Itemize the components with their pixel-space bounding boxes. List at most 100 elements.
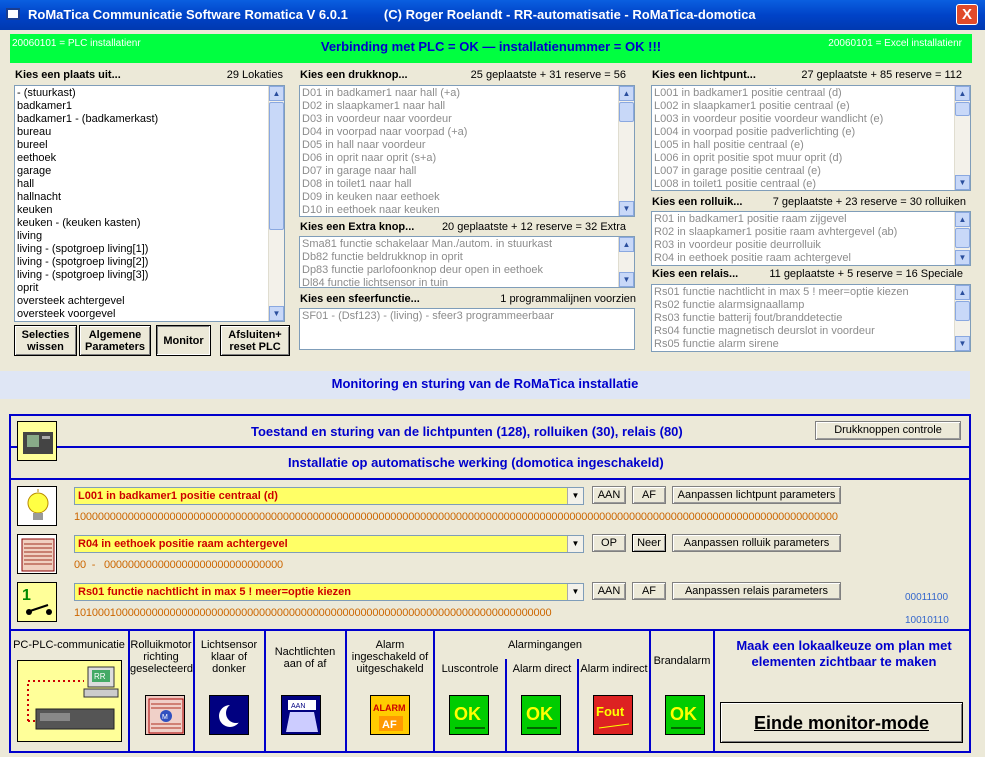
pushbutton-check-button[interactable]: Drukknoppen controle [815,421,961,440]
list-item[interactable]: Rs02 functie alarmsignaallamp [654,299,954,312]
list-item[interactable]: hall [17,178,268,191]
scroll-up-icon[interactable]: ▲ [269,86,284,101]
list-item[interactable]: SF01 - (Dsf123) - (living) - sfeer3 prog… [302,310,632,323]
light-off-button[interactable]: AF [632,486,666,504]
list-item[interactable]: R02 in slaapkamer1 positie raam avhterge… [654,226,954,239]
list-item[interactable]: D05 in hall naar voordeur [302,139,618,152]
relay-off-button[interactable]: AF [632,582,666,600]
list-item[interactable]: L008 in toilet1 positie centraal (e) [654,178,954,190]
extrabuttons-list[interactable]: Sma81 functie schakelaar Man./autom. in … [299,236,635,288]
relay-on-button[interactable]: AAN [592,582,626,600]
list-item[interactable]: L001 in badkamer1 positie centraal (d) [654,87,954,100]
pushbuttons-list[interactable]: D01 in badkamer1 naar hall (+a) D02 in sl… [299,85,635,217]
scroll-down-icon[interactable]: ▼ [619,201,634,216]
scroll-up-icon[interactable]: ▲ [955,285,970,300]
locations-list[interactable]: - (stuurkast) badkamer1 badkamer1 - (badka… [14,85,285,322]
close-button[interactable]: X [956,4,978,25]
scroll-thumb[interactable] [955,228,970,248]
list-item[interactable]: garage [17,165,268,178]
scroll-thumb[interactable] [955,301,970,321]
extrabuttons-scrollbar[interactable]: ▲ ▼ [618,237,634,287]
list-item[interactable]: Db82 functie beldrukknop in oprit [302,251,618,264]
list-item[interactable]: Rs03 functie batterij fout/branddetectie [654,312,954,325]
list-item[interactable]: R03 in voordeur positie deurrolluik [654,239,954,252]
end-monitor-button[interactable]: Einde monitor-mode [720,702,963,743]
light-select[interactable]: L001 in badkamer1 positie centraal (d) ▼ [74,487,584,505]
list-item[interactable]: Sma81 functie schakelaar Man./autom. in … [302,238,618,251]
shutter-down-button[interactable]: Neer [632,534,666,552]
list-item[interactable]: D03 in voordeur naar voordeur [302,113,618,126]
list-item[interactable]: - (stuurkast) [17,87,268,100]
scroll-down-icon[interactable]: ▼ [619,272,634,287]
scroll-down-icon[interactable]: ▼ [955,250,970,265]
light-on-button[interactable]: AAN [592,486,626,504]
list-item[interactable]: Rs05 functie alarm sirene [654,338,954,351]
list-item[interactable]: bureel [17,139,268,152]
adjust-relay-button[interactable]: Aanpassen relais parameters [672,582,841,600]
list-item[interactable]: D02 in slaapkamer1 naar hall [302,100,618,113]
list-item[interactable]: living - (spotgroep living[3]) [17,269,268,282]
shutter-select[interactable]: R04 in eethoek positie raam achtergevel ▼ [74,535,584,553]
shutter-up-button[interactable]: OP [592,534,626,552]
list-item[interactable]: L007 in garage positie centraal (e) [654,165,954,178]
relays-list[interactable]: Rs01 functie nachtlicht in max 5 ! meer=… [651,284,971,352]
monitor-button[interactable]: Monitor [156,325,211,356]
scroll-up-icon[interactable]: ▲ [955,86,970,101]
scroll-down-icon[interactable]: ▼ [955,175,970,190]
list-item[interactable]: L005 in hall positie centraal (e) [654,139,954,152]
scroll-up-icon[interactable]: ▲ [619,86,634,101]
list-item[interactable]: living - (spotgroep living[2]) [17,256,268,269]
list-item[interactable]: living - (spotgroep living[1]) [17,243,268,256]
list-item[interactable]: D01 in badkamer1 naar hall (+a) [302,87,618,100]
clear-selection-button[interactable]: Selecties wissen [14,325,77,356]
scroll-up-icon[interactable]: ▲ [619,237,634,252]
adjust-shutter-button[interactable]: Aanpassen rolluik parameters [672,534,841,552]
list-item[interactable]: L002 in slaapkamer1 positie centraal (e) [654,100,954,113]
relay-select[interactable]: Rs01 functie nachtlicht in max 5 ! meer=… [74,583,584,601]
list-item[interactable]: D10 in eethoek naar keuken [302,204,618,216]
list-item[interactable]: Rs01 functie nachtlicht in max 5 ! meer=… [654,286,954,299]
list-item[interactable]: oversteek voorgevel [17,308,268,321]
list-item[interactable]: D08 in toilet1 naar hall [302,178,618,191]
list-item[interactable]: bureau [17,126,268,139]
list-item[interactable]: D07 in garage naar hall [302,165,618,178]
lights-scrollbar[interactable]: ▲ ▼ [954,86,970,190]
list-item[interactable]: eethoek [17,152,268,165]
list-item[interactable]: D06 in oprit naar oprit (s+a) [302,152,618,165]
moods-list[interactable]: SF01 - (Dsf123) - (living) - sfeer3 prog… [299,308,635,350]
lights-list[interactable]: L001 in badkamer1 positie centraal (d) L0… [651,85,971,191]
list-item[interactable]: living [17,230,268,243]
locations-scrollbar[interactable]: ▲ ▼ [268,86,284,321]
shutters-list[interactable]: R01 in badkamer1 positie raam zijgevel R0… [651,211,971,266]
list-item[interactable]: keuken - (keuken kasten) [17,217,268,230]
chevron-down-icon[interactable]: ▼ [567,584,583,600]
adjust-light-button[interactable]: Aanpassen lichtpunt parameters [672,486,841,504]
scroll-thumb[interactable] [619,102,634,122]
close-reset-plc-button[interactable]: Afsluiten+ reset PLC [220,325,290,356]
list-item[interactable]: badkamer1 [17,100,268,113]
list-item[interactable]: L004 in voorpad positie padverlichting (… [654,126,954,139]
list-item[interactable]: badkamer1 - (badkamerkast) [17,113,268,126]
relays-scrollbar[interactable]: ▲ ▼ [954,285,970,351]
list-item[interactable]: Dp83 functie parlofoonknop deur open in … [302,264,618,277]
scroll-up-icon[interactable]: ▲ [955,212,970,227]
scroll-thumb[interactable] [269,102,284,230]
list-item[interactable]: hallnacht [17,191,268,204]
list-item[interactable]: oversteek achtergevel [17,295,268,308]
list-item[interactable]: keuken [17,204,268,217]
list-item[interactable]: Rs04 functie magnetisch deurslot in voor… [654,325,954,338]
scroll-thumb[interactable] [955,102,970,116]
pushbuttons-scrollbar[interactable]: ▲ ▼ [618,86,634,216]
list-item[interactable]: D04 in voorpad naar voorpad (+a) [302,126,618,139]
list-item[interactable]: Dl84 functie lichtsensor in tuin [302,277,618,287]
scroll-down-icon[interactable]: ▼ [955,336,970,351]
list-item[interactable]: oprit [17,282,268,295]
scroll-down-icon[interactable]: ▼ [269,306,284,321]
list-item[interactable]: L003 in voordeur positie voordeur wandli… [654,113,954,126]
list-item[interactable]: R01 in badkamer1 positie raam zijgevel [654,213,954,226]
list-item[interactable]: D09 in keuken naar eethoek [302,191,618,204]
list-item[interactable]: R04 in eethoek positie raam achtergevel [654,252,954,265]
list-item[interactable]: L006 in oprit positie spot muur oprit (d… [654,152,954,165]
general-parameters-button[interactable]: Algemene Parameters [79,325,151,356]
chevron-down-icon[interactable]: ▼ [567,536,583,552]
